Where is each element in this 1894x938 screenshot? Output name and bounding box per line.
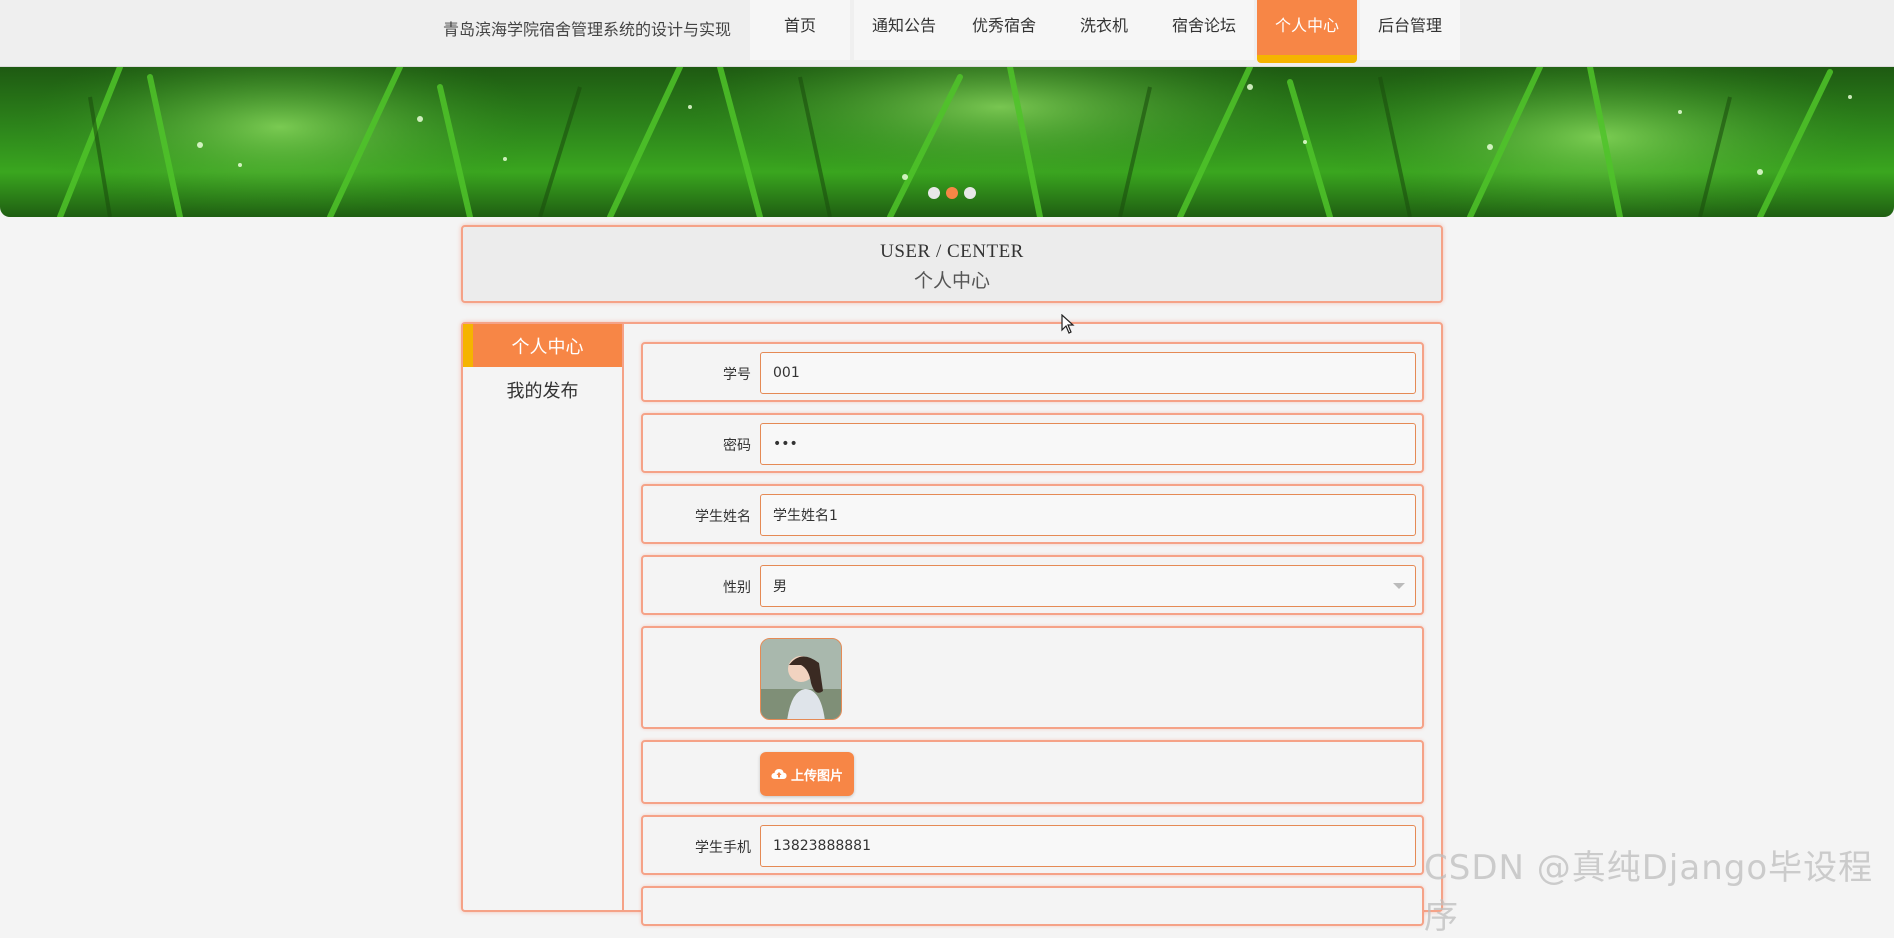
form-row-upload: 上传图片 (641, 740, 1424, 804)
form-row-student-name: 学生姓名 学生姓名1 (641, 484, 1424, 544)
mouse-cursor-icon (1061, 314, 1075, 334)
sidebar: 个人中心 我的发布 (463, 324, 624, 910)
form-row-avatar (641, 626, 1424, 729)
gender-label: 性别 (723, 580, 751, 596)
top-navbar: 青岛滨海学院宿舍管理系统的设计与实现 首页 通知公告 优秀宿舍 洗衣机 宿舍论坛… (0, 0, 1894, 67)
student-name-label: 学生姓名 (695, 509, 751, 525)
carousel-dot-3[interactable] (964, 187, 976, 199)
gender-select[interactable]: 男 (760, 565, 1416, 607)
avatar (760, 638, 842, 720)
watermark: CSDN @真纯Django毕设程序 (1424, 848, 1874, 937)
student-id-input[interactable]: 001 (760, 352, 1416, 394)
cloud-upload-icon (771, 769, 787, 779)
gender-select-value: 男 (773, 579, 787, 595)
student-id-label: 学号 (723, 367, 751, 383)
chevron-down-icon (1393, 583, 1405, 589)
upload-image-button[interactable]: 上传图片 (760, 752, 854, 796)
avatar-photo (761, 639, 841, 719)
nav-user-center[interactable]: 个人中心 (1257, 0, 1357, 63)
nav-admin[interactable]: 后台管理 (1360, 0, 1460, 60)
password-label: 密码 (723, 438, 751, 454)
section-title-cn: 个人中心 (913, 271, 990, 292)
sidebar-item-user-center[interactable]: 个人中心 (463, 324, 622, 367)
upload-image-label: 上传图片 (790, 768, 843, 784)
site-title: 青岛滨海学院宿舍管理系统的设计与实现 (443, 20, 732, 39)
nav-notices[interactable]: 通知公告 (854, 0, 954, 60)
form-row-student-id: 学号 001 (641, 342, 1424, 402)
section-header: USER / CENTER 个人中心 (461, 225, 1443, 303)
nav-dorm-forum[interactable]: 宿舍论坛 (1154, 0, 1254, 60)
banner-carousel (0, 67, 1894, 217)
section-title-en: USER / CENTER (880, 241, 1024, 262)
form-row-next (641, 886, 1424, 926)
nav-washing-machine[interactable]: 洗衣机 (1054, 0, 1154, 60)
password-input[interactable]: ••• (760, 423, 1416, 465)
carousel-dot-1[interactable] (928, 187, 940, 199)
nav-home[interactable]: 首页 (750, 0, 850, 60)
form-row-phone: 学生手机 13823888881 (641, 815, 1424, 875)
nav-excellent-dorms[interactable]: 优秀宿舍 (954, 0, 1054, 60)
sidebar-item-my-posts[interactable]: 我的发布 (463, 368, 622, 411)
student-name-input[interactable]: 学生姓名1 (760, 494, 1416, 536)
form-row-gender: 性别 男 (641, 555, 1424, 615)
phone-input[interactable]: 13823888881 (760, 825, 1416, 867)
user-center-panel: 个人中心 我的发布 学号 001 密码 ••• 学生姓名 学生姓名1 性别 男 (461, 322, 1443, 926)
form-row-password: 密码 ••• (641, 413, 1424, 473)
phone-label: 学生手机 (695, 840, 751, 856)
carousel-dot-2[interactable] (946, 187, 958, 199)
